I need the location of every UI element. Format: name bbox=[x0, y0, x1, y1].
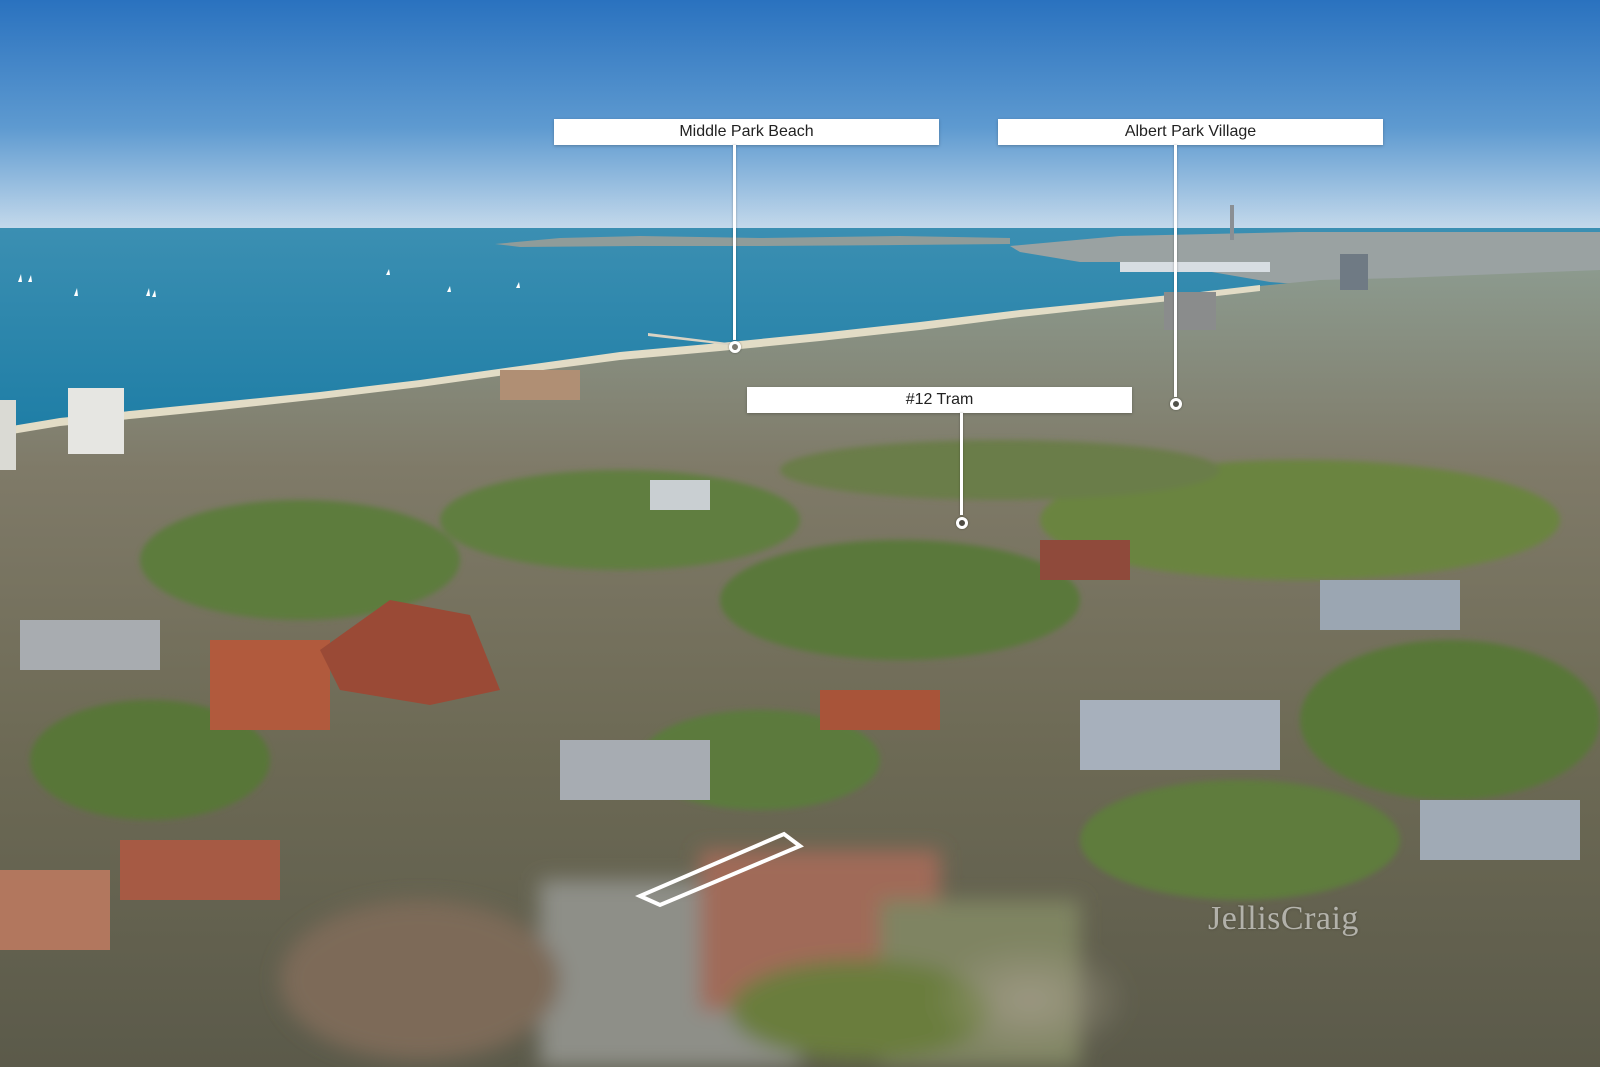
location-marker bbox=[956, 517, 968, 529]
callout-albert-park-village: Albert Park Village bbox=[998, 119, 1383, 145]
leader-line bbox=[960, 413, 963, 515]
callout-label: #12 Tram bbox=[905, 391, 974, 408]
leader-line bbox=[1174, 145, 1177, 397]
aerial-photo bbox=[0, 0, 1600, 1067]
callout-middle-park-beach: Middle Park Beach bbox=[554, 119, 939, 145]
sky bbox=[0, 0, 1600, 232]
leader-line bbox=[733, 145, 736, 340]
callout-label: Middle Park Beach bbox=[679, 123, 814, 140]
location-marker bbox=[729, 341, 741, 353]
ship bbox=[1120, 262, 1270, 272]
tower-left bbox=[68, 388, 124, 454]
agency-watermark: JellisCraig bbox=[1208, 900, 1359, 937]
callout-12-tram: #12 Tram bbox=[747, 387, 1132, 413]
chimney bbox=[1230, 205, 1234, 240]
location-marker bbox=[1170, 398, 1182, 410]
callout-label: Albert Park Village bbox=[1124, 123, 1257, 140]
